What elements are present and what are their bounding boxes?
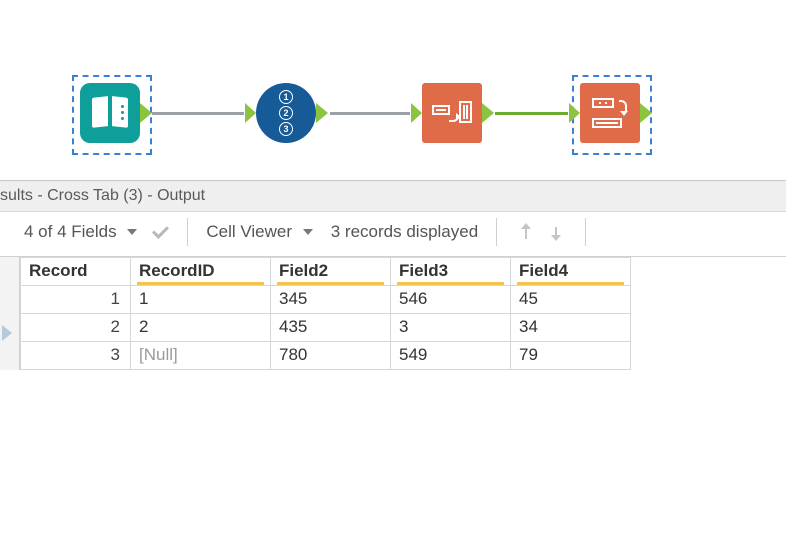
column-header-record[interactable]: Record	[21, 258, 131, 286]
connection[interactable]	[495, 112, 568, 115]
cell[interactable]: [Null]	[131, 342, 271, 370]
input-tool[interactable]	[80, 83, 140, 143]
column-header-field4[interactable]: Field4	[511, 258, 631, 286]
cell[interactable]: 45	[511, 286, 631, 314]
input-anchor[interactable]	[245, 103, 256, 123]
results-title: sults - Cross Tab (3) - Output	[0, 181, 786, 212]
cell-record: 2	[21, 314, 131, 342]
chevron-down-icon	[303, 229, 313, 235]
separator	[187, 218, 188, 246]
results-toolbar: 4 of 4 Fields Cell Viewer 3 records disp…	[0, 212, 786, 256]
chevron-down-icon	[127, 229, 137, 235]
crosstab-tool[interactable]	[580, 83, 640, 143]
input-anchor[interactable]	[411, 103, 422, 123]
current-row-marker	[2, 325, 12, 341]
cell[interactable]: 435	[271, 314, 391, 342]
column-header-recordid[interactable]: RecordID	[131, 258, 271, 286]
arrow-up-icon[interactable]	[519, 225, 533, 239]
table-row[interactable]: 1 1 345 546 45	[21, 286, 631, 314]
input-anchor[interactable]	[569, 103, 580, 123]
separator	[496, 218, 497, 246]
cell-viewer-label: Cell Viewer	[206, 222, 292, 241]
cell[interactable]: 79	[511, 342, 631, 370]
records-count: 3 records displayed	[331, 222, 478, 242]
connection[interactable]	[152, 112, 244, 115]
connection[interactable]	[330, 112, 410, 115]
table-row[interactable]: 3 [Null] 780 549 79	[21, 342, 631, 370]
results-panel: sults - Cross Tab (3) - Output 4 of 4 Fi…	[0, 180, 786, 370]
arrow-down-icon[interactable]	[549, 225, 563, 239]
output-anchor[interactable]	[140, 103, 152, 123]
book-icon	[90, 95, 130, 131]
transpose-tool[interactable]	[422, 83, 482, 143]
header-row: Record RecordID Field2 Field3 Field4	[21, 258, 631, 286]
cell[interactable]: 780	[271, 342, 391, 370]
apply-icon[interactable]	[151, 226, 169, 238]
fields-label: 4 of 4 Fields	[24, 222, 117, 241]
cell[interactable]: 3	[391, 314, 511, 342]
crosstab-icon	[589, 97, 631, 129]
cell-record: 3	[21, 342, 131, 370]
cell[interactable]: 546	[391, 286, 511, 314]
cell-viewer-dropdown[interactable]: Cell Viewer	[206, 222, 314, 242]
fields-dropdown[interactable]: 4 of 4 Fields	[24, 222, 139, 242]
cell[interactable]: 345	[271, 286, 391, 314]
cell-record: 1	[21, 286, 131, 314]
column-header-field2[interactable]: Field2	[271, 258, 391, 286]
recordid-tool[interactable]: 123	[256, 83, 316, 143]
output-anchor[interactable]	[640, 103, 652, 123]
cell[interactable]: 1	[131, 286, 271, 314]
recordid-icon: 123	[279, 90, 293, 136]
row-gutter	[0, 257, 20, 370]
output-anchor[interactable]	[482, 103, 494, 123]
results-grid[interactable]: Record RecordID Field2 Field3 Field4 1 1…	[20, 257, 631, 370]
cell[interactable]: 2	[131, 314, 271, 342]
column-header-field3[interactable]: Field3	[391, 258, 511, 286]
cell[interactable]: 549	[391, 342, 511, 370]
transpose-icon	[431, 98, 473, 128]
output-anchor[interactable]	[316, 103, 328, 123]
workflow-canvas[interactable]: 123	[0, 0, 786, 180]
table-row[interactable]: 2 2 435 3 34	[21, 314, 631, 342]
cell[interactable]: 34	[511, 314, 631, 342]
separator	[585, 218, 586, 246]
